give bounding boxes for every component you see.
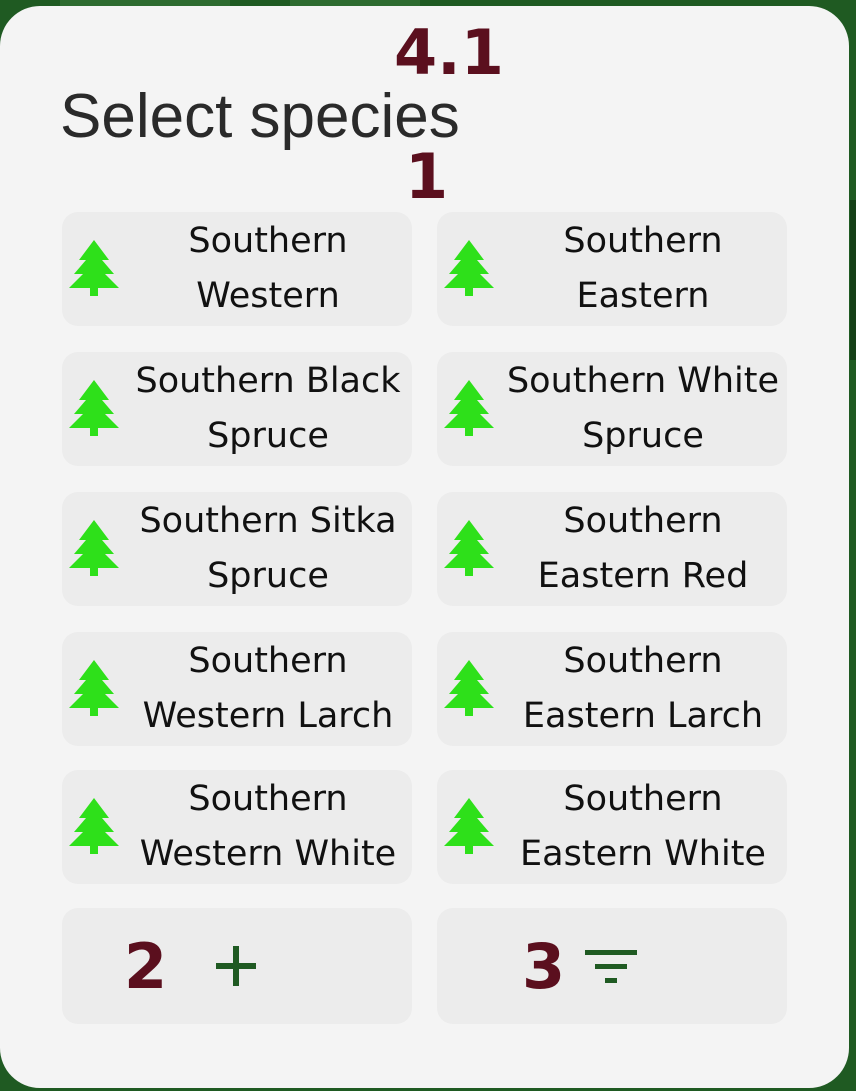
evergreen-tree-icon	[444, 660, 494, 716]
evergreen-tree-icon	[69, 798, 119, 854]
annotation-marker-1: 1	[405, 140, 449, 213]
species-option[interactable]: Southern Sitka Spruce	[62, 492, 412, 606]
species-option-label: Southern Sitka Spruce	[139, 501, 397, 596]
species-option-label: Southern Eastern Larch	[522, 641, 764, 736]
species-option[interactable]: Southern Eastern White	[437, 770, 787, 884]
species-option[interactable]: Southern White Spruce	[437, 352, 787, 466]
species-option-label: Southern Western White	[139, 779, 397, 874]
species-option[interactable]: Southern Eastern Red	[437, 492, 787, 606]
species-option-label: Southern Western	[188, 221, 348, 316]
evergreen-tree-icon	[444, 380, 494, 436]
species-option[interactable]: Southern Western White	[62, 770, 412, 884]
evergreen-tree-icon	[69, 660, 119, 716]
annotation-marker-2: 2	[124, 930, 168, 1003]
species-option[interactable]: Southern Western Larch	[62, 632, 412, 746]
evergreen-tree-icon	[444, 798, 494, 854]
filter-list-icon	[585, 950, 637, 983]
evergreen-tree-icon	[69, 380, 119, 436]
species-dialog: 4.1 Select species 1 Southern Western So…	[0, 6, 849, 1088]
annotation-marker-3: 3	[522, 930, 566, 1003]
species-option[interactable]: Southern Black Spruce	[62, 352, 412, 466]
species-option-label: Southern Black Spruce	[135, 361, 401, 456]
species-option[interactable]: Southern Eastern Larch	[437, 632, 787, 746]
species-option-label: Southern Eastern	[563, 221, 723, 316]
evergreen-tree-icon	[69, 520, 119, 576]
species-option[interactable]: Southern Western	[62, 212, 412, 326]
add-species-button[interactable]: 2	[62, 908, 412, 1024]
species-option-label: Southern White Spruce	[506, 361, 780, 456]
annotation-marker-4-1: 4.1	[394, 16, 504, 89]
species-option-label: Southern Eastern Red	[537, 501, 749, 596]
plus-icon	[216, 946, 256, 986]
species-option-label: Southern Eastern White	[520, 779, 766, 874]
evergreen-tree-icon	[444, 240, 494, 296]
backdrop-edge	[850, 200, 856, 360]
evergreen-tree-icon	[69, 240, 119, 296]
species-option[interactable]: Southern Eastern	[437, 212, 787, 326]
dialog-title: Select species	[60, 82, 460, 151]
species-option-label: Southern Western Larch	[142, 641, 394, 736]
filter-species-button[interactable]: 3	[437, 908, 787, 1024]
evergreen-tree-icon	[444, 520, 494, 576]
